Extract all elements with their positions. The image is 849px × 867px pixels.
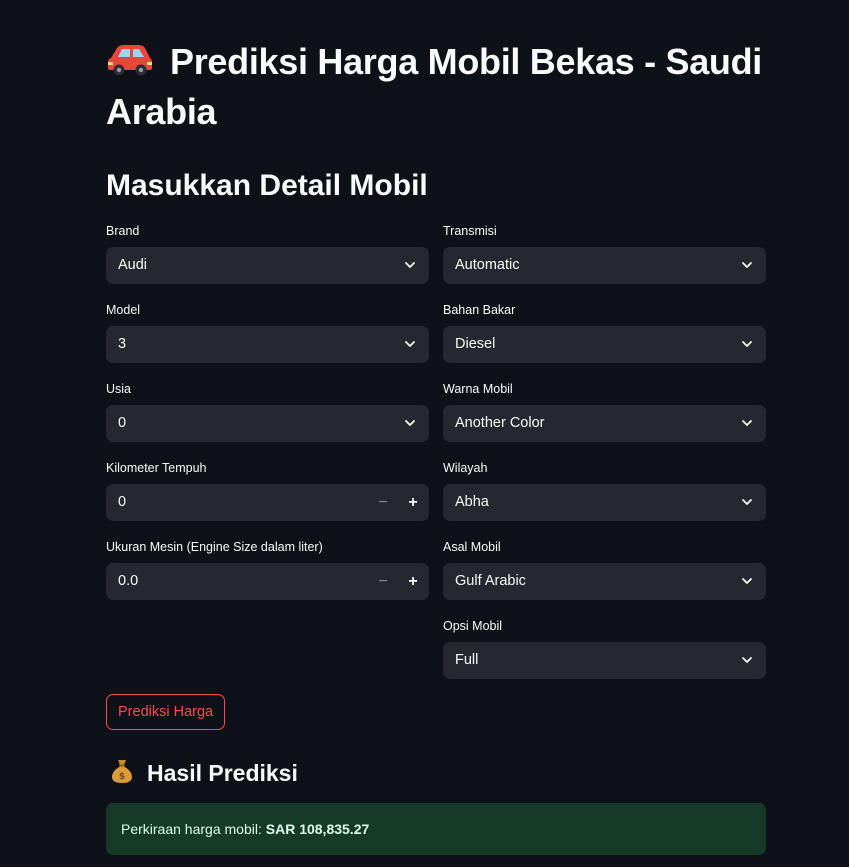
page-title-text: Prediksi Harga Mobil Bekas - Saudi Arabi… (106, 41, 762, 132)
brand-label: Brand (106, 224, 140, 238)
warna-mobil-label: Warna Mobil (443, 382, 513, 396)
chevron-down-icon (742, 499, 752, 505)
model-select[interactable]: 3 (106, 326, 429, 363)
asal-mobil-select[interactable]: Gulf Arabic (443, 563, 766, 600)
svg-text:$: $ (119, 772, 125, 782)
model-label: Model (106, 303, 141, 317)
engine-size-input[interactable]: 0.0 − + (106, 563, 429, 600)
usia-field: Usia 0 (106, 378, 429, 457)
warna-mobil-selected-value: Another Color (455, 415, 545, 431)
chevron-down-icon (742, 262, 752, 268)
model-selected-value: 3 (118, 336, 127, 352)
bahan-bakar-field: Bahan Bakar Diesel (443, 299, 766, 378)
decrement-button[interactable]: − (369, 484, 397, 521)
bahan-bakar-selected-value: Diesel (455, 336, 496, 352)
bahan-bakar-select[interactable]: Diesel (443, 326, 766, 363)
kilometer-input[interactable]: 0 − + (106, 484, 429, 521)
transmisi-field: Transmisi Automatic (443, 220, 766, 299)
car-icon (106, 40, 156, 88)
brand-field: Brand Audi (106, 220, 429, 299)
opsi-mobil-field: Opsi Mobil Full (443, 615, 766, 694)
usia-label: Usia (106, 382, 132, 396)
chevron-down-icon (405, 420, 415, 426)
usia-selected-value: 0 (118, 415, 127, 431)
usia-select[interactable]: 0 (106, 405, 429, 442)
transmisi-select[interactable]: Automatic (443, 247, 766, 284)
chevron-down-icon (742, 420, 752, 426)
form-column-right: Transmisi Automatic Bahan Bakar Diesel W… (443, 220, 766, 694)
page-title: Prediksi Harga Mobil Bekas - Saudi Arabi… (106, 38, 766, 136)
chevron-down-icon (405, 262, 415, 268)
bahan-bakar-label: Bahan Bakar (443, 303, 516, 317)
decrement-button[interactable]: − (369, 563, 397, 600)
model-field: Model 3 (106, 299, 429, 378)
chevron-down-icon (405, 341, 415, 347)
transmisi-label: Transmisi (443, 224, 497, 238)
kilometer-label: Kilometer Tempuh (106, 461, 207, 475)
chevron-down-icon (742, 341, 752, 347)
chevron-down-icon (742, 657, 752, 663)
wilayah-selected-value: Abha (455, 494, 489, 510)
opsi-mobil-label: Opsi Mobil (443, 619, 503, 633)
predicted-price: SAR 108,835.27 (265, 821, 370, 837)
increment-button[interactable]: + (399, 563, 427, 600)
asal-mobil-field: Asal Mobil Gulf Arabic (443, 536, 766, 615)
kilometer-field: Kilometer Tempuh 0 − + (106, 457, 429, 536)
kilometer-value: 0 (118, 494, 127, 510)
increment-button[interactable]: + (399, 484, 427, 521)
opsi-mobil-selected-value: Full (455, 652, 479, 668)
brand-selected-value: Audi (118, 257, 148, 273)
predict-price-button[interactable]: Prediksi Harga (106, 694, 226, 730)
form-column-left: Brand Audi Model 3 Usia 0 Kilometer Temp… (106, 220, 429, 615)
wilayah-label: Wilayah (443, 461, 488, 475)
result-heading: $ Hasil Prediksi (110, 755, 298, 794)
money-bag-icon: $ (110, 758, 134, 794)
engine-size-label: Ukuran Mesin (Engine Size dalam liter) (106, 540, 323, 554)
wilayah-field: Wilayah Abha (443, 457, 766, 536)
asal-mobil-selected-value: Gulf Arabic (455, 573, 526, 589)
opsi-mobil-select[interactable]: Full (443, 642, 766, 679)
result-prefix: Perkiraan harga mobil: (121, 821, 266, 837)
brand-select[interactable]: Audi (106, 247, 429, 284)
asal-mobil-label: Asal Mobil (443, 540, 501, 554)
chevron-down-icon (742, 578, 752, 584)
warna-mobil-select[interactable]: Another Color (443, 405, 766, 442)
warna-mobil-field: Warna Mobil Another Color (443, 378, 766, 457)
form-subheader: Masukkan Detail Mobil (106, 169, 428, 202)
engine-size-value: 0.0 (118, 573, 139, 589)
wilayah-select[interactable]: Abha (443, 484, 766, 521)
engine-size-field: Ukuran Mesin (Engine Size dalam liter) 0… (106, 536, 429, 615)
transmisi-selected-value: Automatic (455, 257, 520, 273)
result-heading-text: Hasil Prediksi (147, 760, 298, 786)
prediction-result-box: Perkiraan harga mobil: SAR 108,835.27 (106, 803, 766, 855)
